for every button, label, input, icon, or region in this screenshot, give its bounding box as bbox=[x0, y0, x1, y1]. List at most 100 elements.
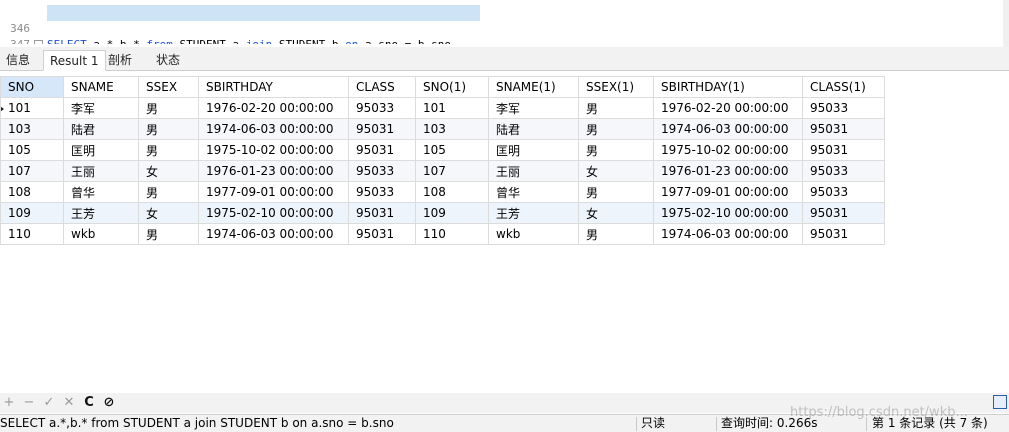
table-cell[interactable]: 1974-06-03 00:00:00 bbox=[198, 223, 349, 245]
table-cell[interactable]: 男 bbox=[138, 139, 199, 161]
table-row[interactable]: 109 王芳女 1975-02-10 00:00:00 95031 109 王芳女 1975… bbox=[0, 202, 885, 224]
delete-record-button[interactable]: − bbox=[22, 395, 36, 411]
table-row[interactable]: 110 wkb 男 1974-06-03 00:00:00 95031 110 wkb 男 19… bbox=[0, 223, 885, 245]
table-cell[interactable]: 101 bbox=[415, 97, 489, 119]
stop-icon[interactable]: ⊘ bbox=[102, 395, 116, 411]
table-cell[interactable]: 109 bbox=[415, 202, 489, 224]
table-cell[interactable]: 95033 bbox=[802, 97, 885, 119]
sql-editor[interactable]: 346 SELECT a.*,b.* from STUDENT a join S… bbox=[0, 0, 1009, 47]
table-cell[interactable]: 王丽 bbox=[488, 160, 579, 182]
table-cell[interactable]: 匡明 bbox=[63, 139, 139, 161]
table-cell[interactable]: 105 bbox=[415, 139, 489, 161]
table-cell[interactable]: 李军 bbox=[63, 97, 139, 119]
table-cell[interactable]: 108 bbox=[0, 181, 64, 203]
table-cell[interactable]: 女 bbox=[138, 160, 199, 182]
table-cell[interactable]: 108 bbox=[415, 181, 489, 203]
column-header[interactable]: SNAME bbox=[63, 76, 139, 98]
table-cell[interactable]: 1975-02-10 00:00:00 bbox=[198, 202, 349, 224]
table-cell[interactable]: 1976-02-20 00:00:00 bbox=[653, 97, 803, 119]
table-cell[interactable]: 1975-10-02 00:00:00 bbox=[198, 139, 349, 161]
table-cell[interactable]: 1975-10-02 00:00:00 bbox=[653, 139, 803, 161]
add-record-button[interactable]: + bbox=[2, 395, 16, 411]
column-header[interactable]: SNO(1) bbox=[415, 76, 489, 98]
table-cell[interactable]: 男 bbox=[578, 118, 654, 140]
editor-line[interactable]: 346 SELECT a.*,b.* from STUDENT a join S… bbox=[0, 5, 1009, 47]
table-cell[interactable]: 95033 bbox=[802, 160, 885, 182]
table-cell[interactable]: 95031 bbox=[802, 139, 885, 161]
table-cell[interactable]: 95033 bbox=[802, 181, 885, 203]
grid-view-icon[interactable] bbox=[993, 395, 1007, 409]
table-row[interactable]: 105 匡明男 1975-10-02 00:00:00 95031 105 匡明男 1975… bbox=[0, 139, 885, 161]
table-cell[interactable]: 103 bbox=[0, 118, 64, 140]
table-cell[interactable]: 1974-06-03 00:00:00 bbox=[198, 118, 349, 140]
table-cell[interactable]: 109 bbox=[0, 202, 64, 224]
column-header[interactable]: SSEX(1) bbox=[578, 76, 654, 98]
table-cell[interactable]: 95031 bbox=[348, 202, 416, 224]
table-row[interactable]: 101 李军男 1976-02-20 00:00:00 95033 101 李军男 1976… bbox=[0, 97, 885, 119]
table-cell[interactable]: 1976-01-23 00:00:00 bbox=[198, 160, 349, 182]
table-cell[interactable]: 95031 bbox=[802, 202, 885, 224]
table-cell[interactable]: 曾华 bbox=[488, 181, 579, 203]
table-cell[interactable]: 男 bbox=[578, 139, 654, 161]
table-cell[interactable]: 110 bbox=[0, 223, 64, 245]
table-cell[interactable]: 王芳 bbox=[488, 202, 579, 224]
table-cell[interactable]: 男 bbox=[578, 223, 654, 245]
column-header[interactable]: SSEX bbox=[138, 76, 199, 98]
table-row[interactable]: 103 陆君男 1974-06-03 00:00:00 95031 103 陆君男 1974… bbox=[0, 118, 885, 140]
tab-info[interactable]: 信息 bbox=[0, 50, 36, 71]
table-cell[interactable]: 110 bbox=[415, 223, 489, 245]
table-cell[interactable]: 陆君 bbox=[488, 118, 579, 140]
table-cell[interactable]: 95031 bbox=[348, 223, 416, 245]
table-row[interactable]: 107 王丽女 1976-01-23 00:00:00 95033 107 王丽女 1976… bbox=[0, 160, 885, 182]
table-cell[interactable]: 1976-01-23 00:00:00 bbox=[653, 160, 803, 182]
table-cell[interactable]: wkb bbox=[63, 223, 139, 245]
table-cell[interactable]: 1974-06-03 00:00:00 bbox=[653, 223, 803, 245]
table-cell[interactable]: 95031 bbox=[348, 118, 416, 140]
table-cell[interactable]: 1976-02-20 00:00:00 bbox=[198, 97, 349, 119]
tab-result-1[interactable]: Result 1 bbox=[43, 50, 106, 71]
table-cell[interactable]: 95031 bbox=[348, 139, 416, 161]
table-cell[interactable]: 匡明 bbox=[488, 139, 579, 161]
apply-changes-button[interactable]: ✓ bbox=[42, 395, 56, 411]
table-cell[interactable]: 男 bbox=[138, 223, 199, 245]
column-header[interactable]: SNO bbox=[0, 76, 64, 98]
table-cell[interactable]: 105 bbox=[0, 139, 64, 161]
table-cell[interactable]: 女 bbox=[578, 160, 654, 182]
column-header[interactable]: SBIRTHDAY bbox=[198, 76, 349, 98]
table-cell[interactable]: 1974-06-03 00:00:00 bbox=[653, 118, 803, 140]
tab-status[interactable]: 状态 bbox=[150, 50, 186, 71]
table-cell[interactable]: 男 bbox=[138, 97, 199, 119]
table-cell[interactable]: 曾华 bbox=[63, 181, 139, 203]
table-cell[interactable]: 男 bbox=[578, 97, 654, 119]
table-cell[interactable]: 李军 bbox=[488, 97, 579, 119]
table-cell[interactable]: 107 bbox=[415, 160, 489, 182]
editor-scrollbar[interactable] bbox=[1003, 0, 1009, 47]
table-cell[interactable]: 王芳 bbox=[63, 202, 139, 224]
table-cell[interactable]: 男 bbox=[138, 181, 199, 203]
table-cell[interactable]: 女 bbox=[138, 202, 199, 224]
table-cell[interactable]: 1977-09-01 00:00:00 bbox=[653, 181, 803, 203]
editor-line[interactable]: 347 bbox=[0, 21, 1009, 47]
table-cell[interactable]: 陆君 bbox=[63, 118, 139, 140]
table-cell[interactable]: 1975-02-10 00:00:00 bbox=[653, 202, 803, 224]
table-cell[interactable]: 103 bbox=[415, 118, 489, 140]
table-cell[interactable]: 男 bbox=[138, 118, 199, 140]
column-header[interactable]: CLASS bbox=[348, 76, 416, 98]
column-header[interactable]: CLASS(1) bbox=[802, 76, 885, 98]
refresh-icon[interactable]: C bbox=[82, 395, 96, 411]
table-row[interactable]: 108 曾华男 1977-09-01 00:00:00 95033 108 曾华男 1977… bbox=[0, 181, 885, 203]
table-cell[interactable]: 王丽 bbox=[63, 160, 139, 182]
table-cell[interactable]: 95033 bbox=[348, 181, 416, 203]
tab-profile[interactable]: 剖析 bbox=[102, 50, 138, 71]
column-header[interactable]: SBIRTHDAY(1) bbox=[653, 76, 803, 98]
column-header[interactable]: SNAME(1) bbox=[488, 76, 579, 98]
table-cell[interactable]: 男 bbox=[578, 181, 654, 203]
table-cell[interactable]: 1977-09-01 00:00:00 bbox=[198, 181, 349, 203]
result-grid[interactable]: SNO SNAME SSEX SBIRTHDAY CLASS SNO(1) SN… bbox=[0, 76, 885, 245]
table-cell[interactable]: 101 bbox=[0, 97, 64, 119]
table-cell[interactable]: 95031 bbox=[802, 118, 885, 140]
discard-changes-button[interactable]: ✕ bbox=[62, 395, 76, 411]
table-cell[interactable]: 女 bbox=[578, 202, 654, 224]
table-cell[interactable]: wkb bbox=[488, 223, 579, 245]
table-cell[interactable]: 95031 bbox=[802, 223, 885, 245]
